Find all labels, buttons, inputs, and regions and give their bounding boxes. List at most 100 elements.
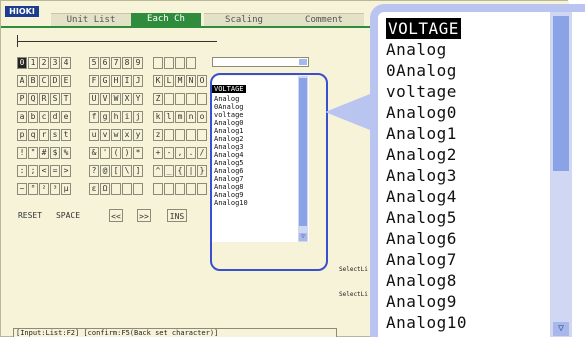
tab-each-ch[interactable]: Each Ch <box>131 13 201 26</box>
key-button[interactable] <box>197 93 207 105</box>
key-button[interactable]: O <box>197 75 207 87</box>
key-button[interactable]: d <box>50 111 60 123</box>
key-button[interactable] <box>164 129 174 141</box>
key-button[interactable]: X <box>122 93 132 105</box>
key-button[interactable]: w <box>111 129 121 141</box>
key-button[interactable]: G <box>100 75 110 87</box>
key-button[interactable]: j <box>133 111 143 123</box>
tab-comment[interactable]: Comment <box>284 13 364 26</box>
key-button[interactable]: z <box>153 129 163 141</box>
key-button[interactable]: ) <box>122 147 132 159</box>
key-button[interactable]: $ <box>50 147 60 159</box>
key-button[interactable]: 7 <box>111 57 121 69</box>
key-button[interactable]: ^ <box>153 165 163 177</box>
key-button[interactable]: l <box>164 111 174 123</box>
key-button[interactable]: b <box>28 111 38 123</box>
key-button[interactable]: n <box>186 111 196 123</box>
key-button[interactable]: W <box>111 93 121 105</box>
zoomed-list-item[interactable]: 0Analog <box>386 60 467 81</box>
insert-button[interactable]: INS <box>167 209 187 222</box>
key-button[interactable]: ε <box>89 183 99 195</box>
key-button[interactable]: ² <box>39 183 49 195</box>
key-button[interactable] <box>175 129 185 141</box>
cursor-left-button[interactable]: << <box>109 209 123 222</box>
key-button[interactable]: A <box>17 75 27 87</box>
zoomed-list-item[interactable]: Analog <box>386 39 467 60</box>
zoomed-list-item[interactable]: Analog7 <box>386 249 467 270</box>
key-button[interactable]: q <box>28 129 38 141</box>
key-button[interactable]: y <box>133 129 143 141</box>
key-button[interactable] <box>164 183 174 195</box>
key-button[interactable]: J <box>133 75 143 87</box>
key-button[interactable]: + <box>153 147 163 159</box>
key-button[interactable]: 2 <box>39 57 49 69</box>
key-button[interactable]: S <box>50 93 60 105</box>
key-button[interactable]: > <box>61 165 71 177</box>
key-button[interactable] <box>186 183 196 195</box>
key-button[interactable]: R <box>39 93 49 105</box>
tab-scaling[interactable]: Scaling <box>204 13 284 26</box>
key-button[interactable]: _ <box>164 165 174 177</box>
zoomed-list-item[interactable]: Analog9 <box>386 291 467 312</box>
key-button[interactable] <box>186 129 196 141</box>
key-button[interactable] <box>186 57 196 69</box>
key-button[interactable] <box>175 183 185 195</box>
zoomed-list-item[interactable]: Analog5 <box>386 207 467 228</box>
key-button[interactable]: ; <box>28 165 38 177</box>
key-button[interactable]: k <box>153 111 163 123</box>
key-button[interactable]: M <box>175 75 185 87</box>
key-button[interactable]: { <box>175 165 185 177</box>
key-button[interactable] <box>197 129 207 141</box>
key-button[interactable]: D <box>50 75 60 87</box>
space-button[interactable]: SPACE <box>53 209 83 222</box>
key-button[interactable]: p <box>17 129 27 141</box>
key-button[interactable]: I <box>122 75 132 87</box>
key-button[interactable] <box>175 57 185 69</box>
key-button[interactable]: ~ <box>17 183 27 195</box>
key-button[interactable]: ° <box>28 183 38 195</box>
key-button[interactable]: C <box>39 75 49 87</box>
key-button[interactable]: ? <box>89 165 99 177</box>
key-button[interactable]: F <box>89 75 99 87</box>
key-button[interactable]: * <box>133 147 143 159</box>
zoomed-list-item[interactable]: Analog0 <box>386 102 467 123</box>
key-button[interactable]: s <box>50 129 60 141</box>
key-button[interactable]: Z <box>153 93 163 105</box>
key-button[interactable]: % <box>61 147 71 159</box>
key-button[interactable]: 8 <box>122 57 132 69</box>
key-button[interactable] <box>133 183 143 195</box>
key-button[interactable]: 1 <box>28 57 38 69</box>
key-button[interactable]: U <box>89 93 99 105</box>
key-button[interactable]: r <box>39 129 49 141</box>
key-button[interactable]: c <box>39 111 49 123</box>
key-button[interactable]: f <box>89 111 99 123</box>
key-button[interactable]: T <box>61 93 71 105</box>
zoomed-list-item[interactable]: Analog10 <box>386 312 467 333</box>
key-button[interactable] <box>175 93 185 105</box>
key-button-selected[interactable]: 0 <box>17 57 27 69</box>
key-button[interactable]: 3 <box>50 57 60 69</box>
tab-unit-list[interactable]: Unit List <box>51 13 131 26</box>
key-button[interactable] <box>197 183 207 195</box>
key-button[interactable]: t <box>61 129 71 141</box>
key-button[interactable]: K <box>153 75 163 87</box>
key-button[interactable]: v <box>100 129 110 141</box>
key-button[interactable]: e <box>61 111 71 123</box>
key-button[interactable] <box>164 93 174 105</box>
zoomed-list-item[interactable]: Analog6 <box>386 228 467 249</box>
zoomed-scrollbar[interactable]: ▽ <box>550 12 572 337</box>
key-button[interactable]: E <box>61 75 71 87</box>
key-button[interactable] <box>153 183 163 195</box>
key-button[interactable]: # <box>39 147 49 159</box>
key-button[interactable]: L <box>164 75 174 87</box>
key-button[interactable]: ! <box>17 147 27 159</box>
key-button[interactable]: } <box>197 165 207 177</box>
key-button[interactable]: = <box>50 165 60 177</box>
key-button[interactable]: x <box>122 129 132 141</box>
key-button[interactable]: h <box>111 111 121 123</box>
zoomed-list-item[interactable]: Analog4 <box>386 186 467 207</box>
key-button[interactable]: & <box>89 147 99 159</box>
key-button[interactable]: : <box>17 165 27 177</box>
key-button[interactable]: i <box>122 111 132 123</box>
zoomed-list-item[interactable]: voltage <box>386 81 467 102</box>
